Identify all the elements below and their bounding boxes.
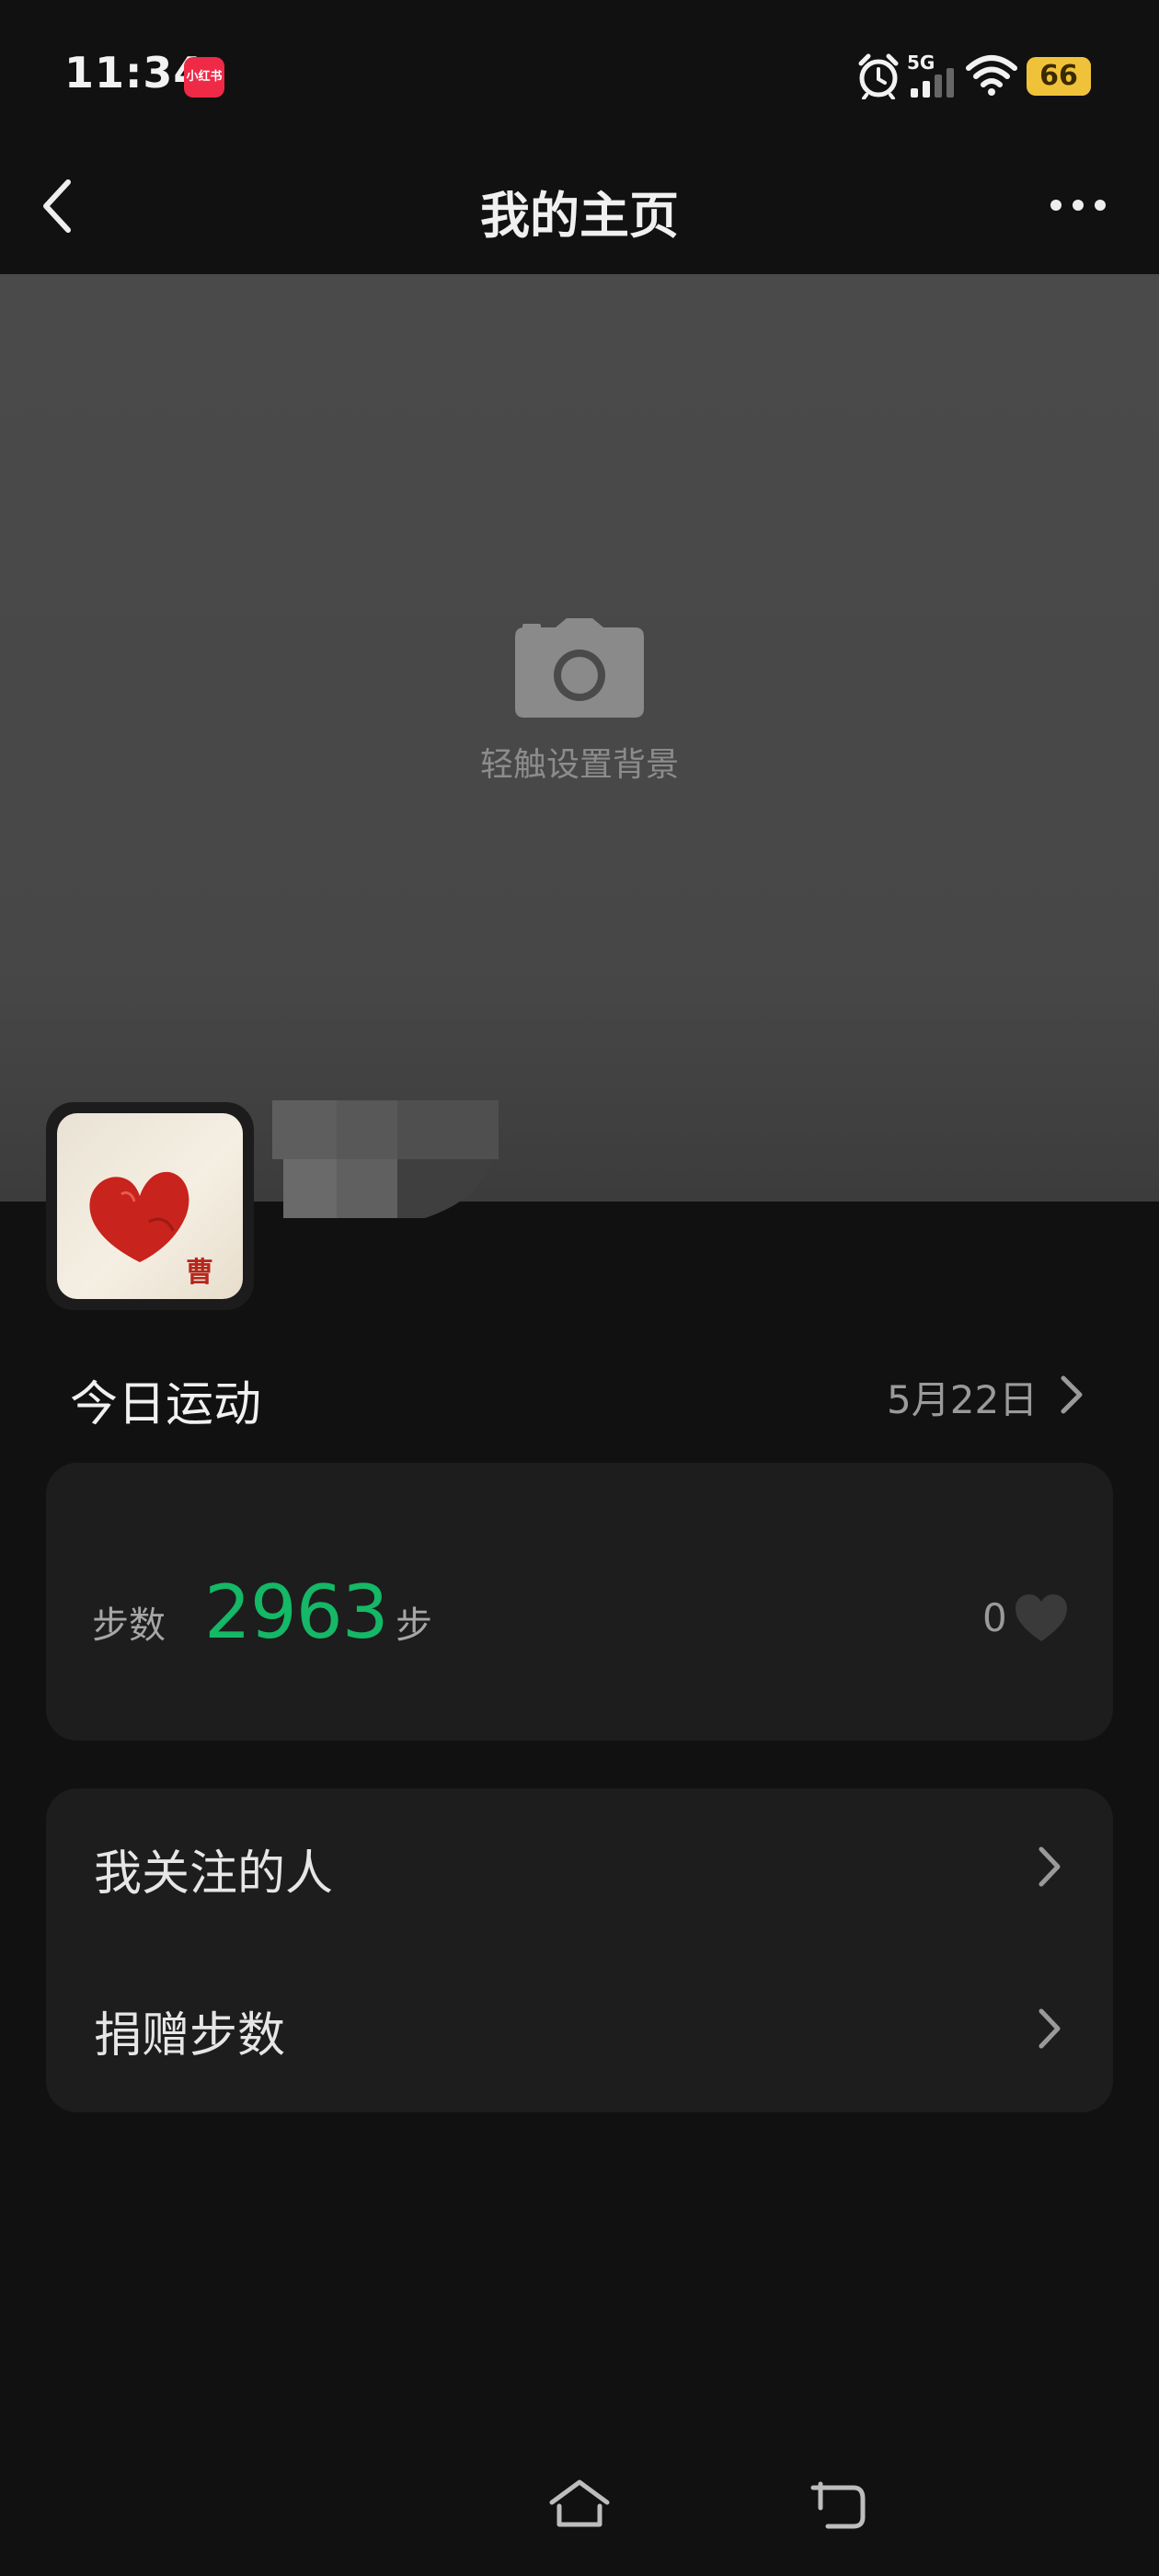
likes-count: 0 bbox=[982, 1595, 1007, 1640]
home-icon[interactable] bbox=[548, 2478, 611, 2530]
back-icon[interactable] bbox=[809, 2480, 868, 2530]
username-blurred bbox=[272, 1100, 499, 1218]
steps-value: 2963 bbox=[204, 1570, 389, 1655]
steps-unit: 步 bbox=[396, 1604, 432, 1647]
battery-level: 66 bbox=[1039, 60, 1078, 92]
today-exercise-title: 今日运动 bbox=[70, 1377, 262, 1432]
heart-image-icon bbox=[89, 1171, 189, 1262]
menu-item-label: 我关注的人 bbox=[94, 1846, 334, 1902]
menu-item-following[interactable]: 我关注的人 bbox=[46, 1788, 1113, 1950]
chevron-right-icon bbox=[1039, 1846, 1061, 1887]
chevron-right-icon[interactable] bbox=[1060, 1374, 1084, 1415]
set-background-hint[interactable]: 轻触设置背景 bbox=[0, 738, 1159, 786]
menu-item-label: 捐赠步数 bbox=[94, 2008, 286, 2064]
page-title: 我的主页 bbox=[480, 187, 679, 245]
more-options-icon[interactable] bbox=[1049, 193, 1107, 217]
battery-icon: 66 bbox=[1027, 57, 1091, 96]
menu-item-donate-steps[interactable]: 捐赠步数 bbox=[46, 1950, 1113, 2112]
status-time: 11:34 bbox=[64, 48, 204, 98]
chevron-right-icon bbox=[1039, 2008, 1061, 2049]
steps-label: 步数 bbox=[92, 1604, 166, 1647]
signal-icon bbox=[911, 68, 954, 98]
alarm-icon bbox=[858, 53, 899, 99]
avatar-seal-text: 曹 bbox=[186, 1257, 213, 1289]
like-heart-icon[interactable] bbox=[1014, 1593, 1069, 1643]
date-link[interactable]: 5月22日 bbox=[887, 1369, 1038, 1425]
app-notification-badge: 小红书 bbox=[184, 57, 224, 98]
avatar[interactable]: 曹 bbox=[57, 1113, 243, 1299]
camera-icon[interactable] bbox=[513, 618, 646, 718]
wifi-icon bbox=[966, 55, 1017, 96]
